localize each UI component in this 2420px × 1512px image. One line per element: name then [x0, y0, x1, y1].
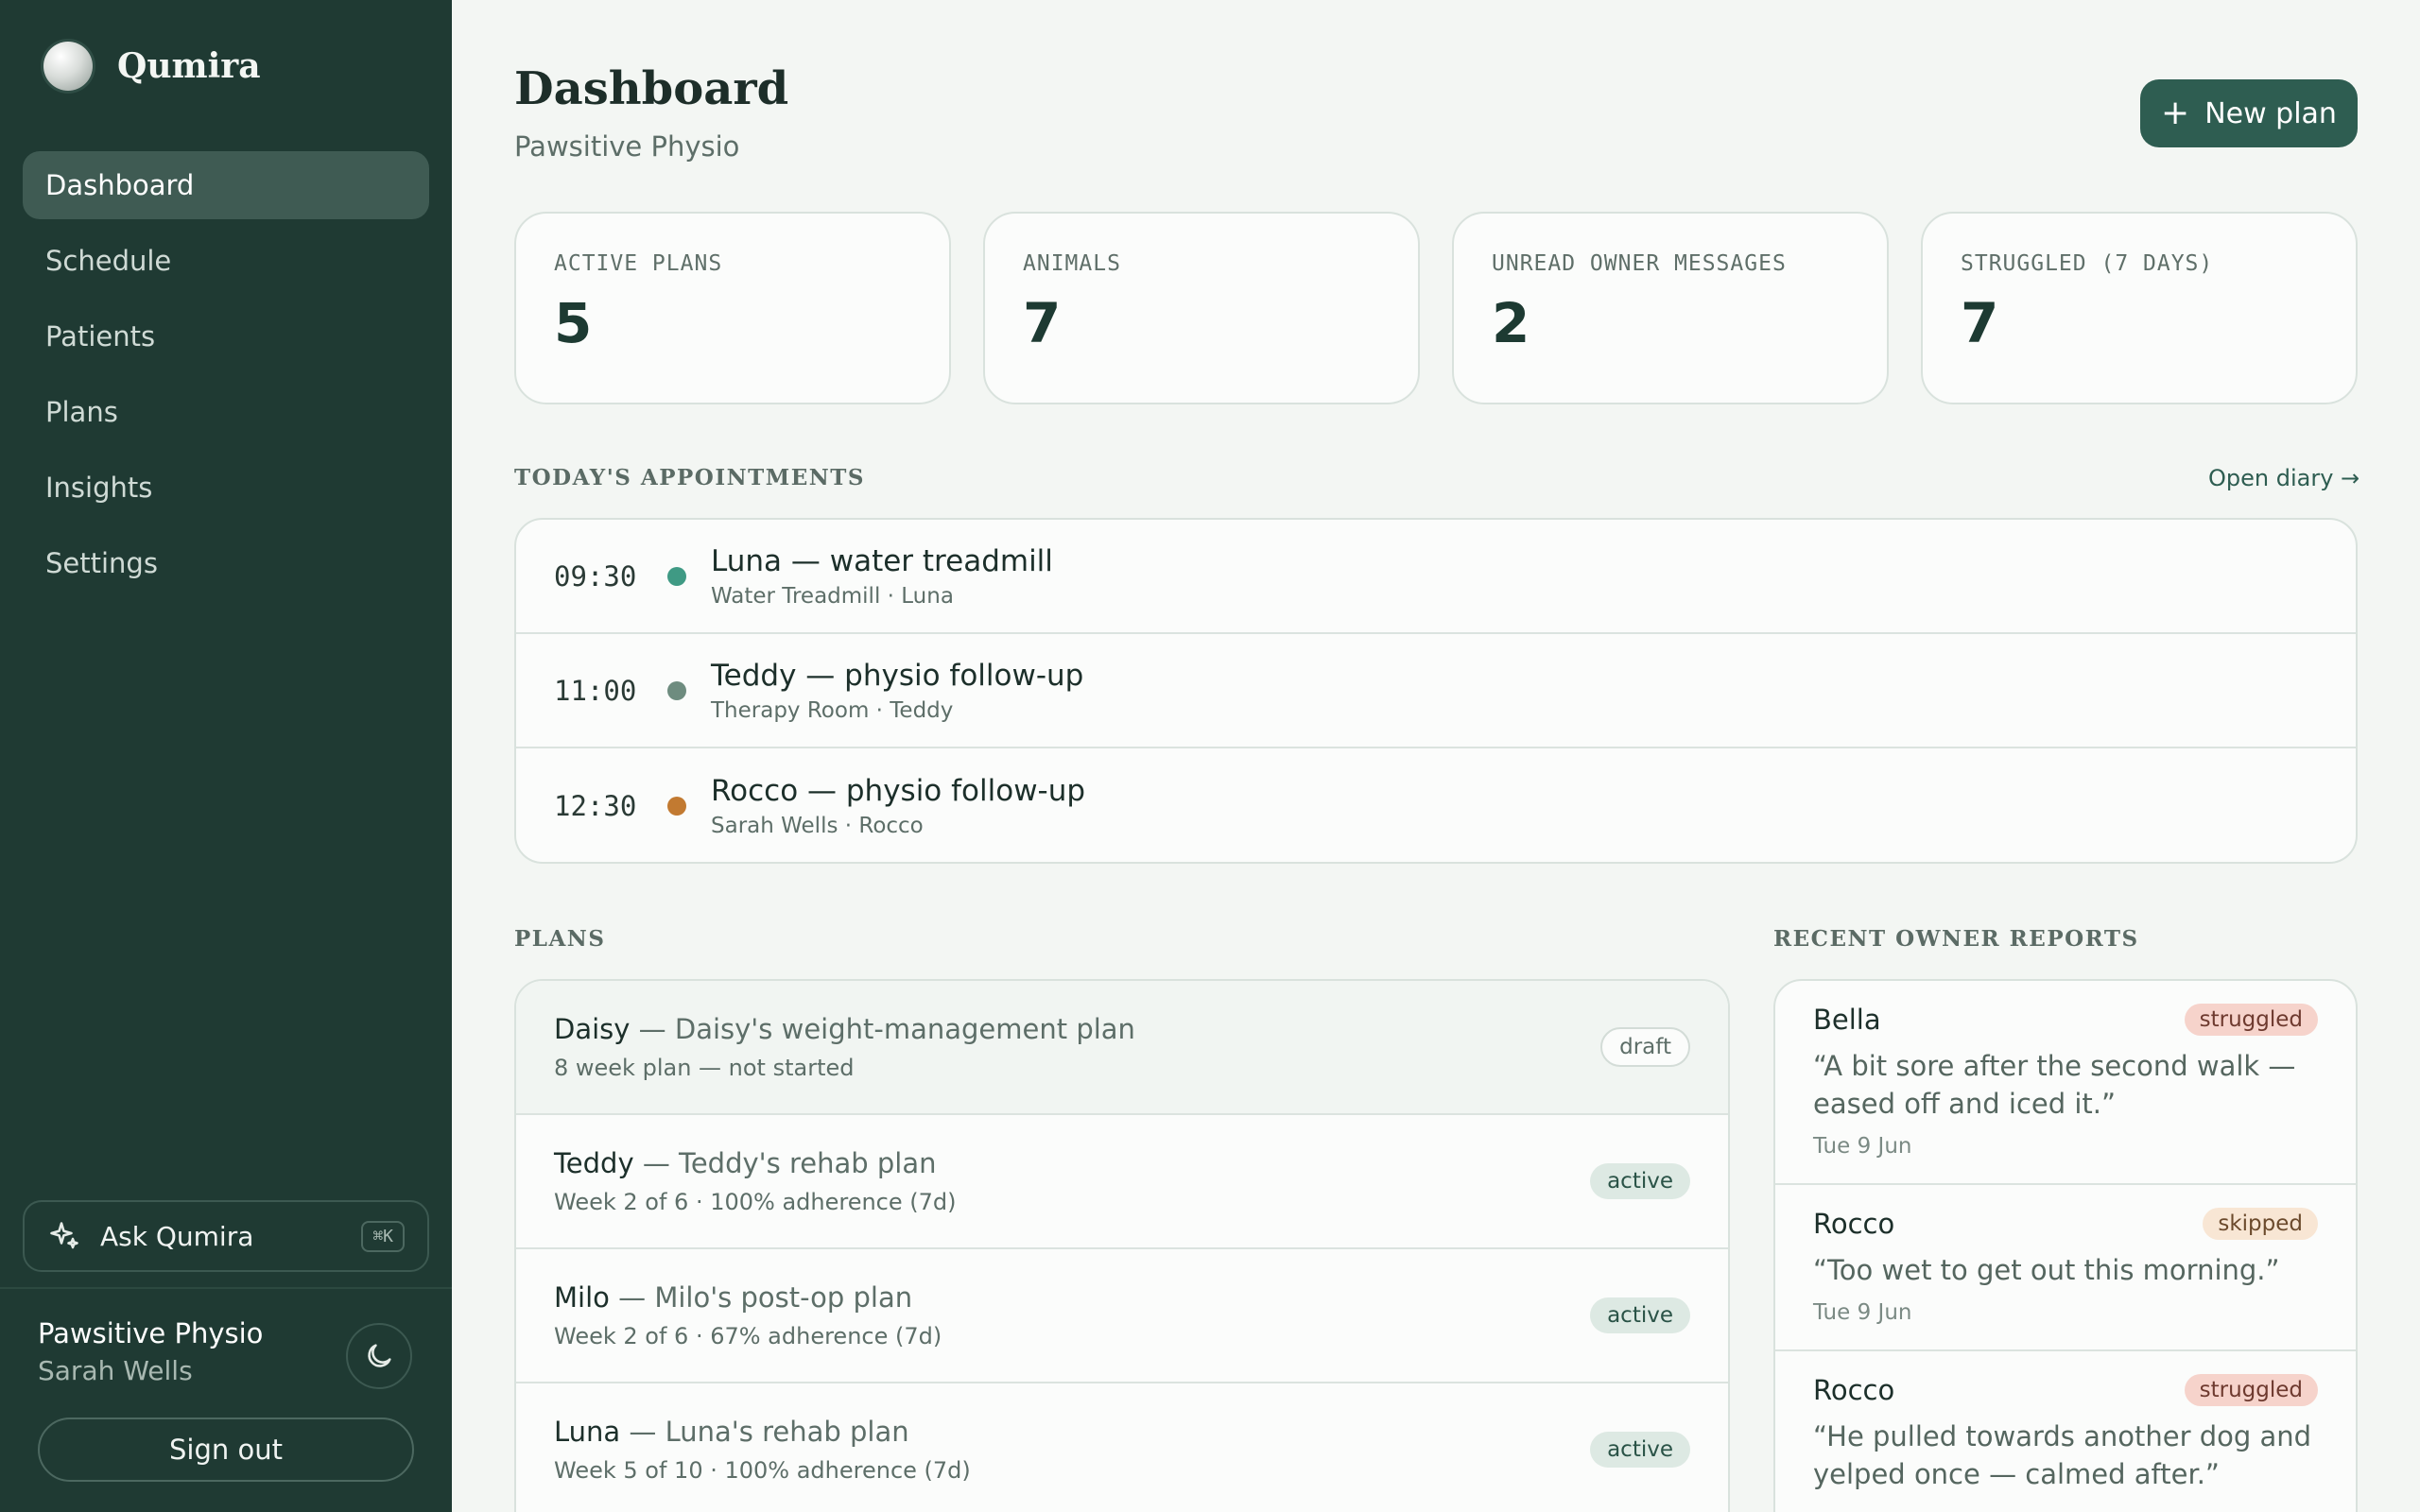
stat-label: ACTIVE PLANS — [554, 251, 723, 276]
owner-reports-list: Bella struggled “A bit sore after the se… — [1773, 979, 2358, 1512]
account-info: Pawsitive Physio Sarah Wells — [38, 1317, 263, 1386]
nav-item-schedule[interactable]: Schedule — [23, 227, 429, 295]
main-nav: Dashboard Schedule Patients Plans Insigh… — [23, 151, 429, 605]
plan-status-badge: active — [1590, 1297, 1690, 1333]
stat-card-struggled: STRUGGLED (7 DAYS) 7 — [1921, 212, 2358, 404]
appointment-subtitle: Sarah Wells · Rocco — [711, 813, 924, 838]
report-date: Tue 9 Jun — [1813, 1134, 1912, 1159]
new-plan-button[interactable]: + New plan — [2140, 79, 2358, 147]
report-patient-name: Rocco — [1813, 1208, 1895, 1240]
account-org: Pawsitive Physio — [38, 1317, 264, 1349]
report-status-badge: skipped — [2203, 1208, 2318, 1240]
stat-value: 7 — [1023, 291, 1062, 355]
appointments-section-title: TODAY'S APPOINTMENTS — [514, 465, 865, 490]
report-patient-name: Bella — [1813, 1004, 1881, 1036]
plan-patient-name: Daisy — [554, 1013, 631, 1045]
appointment-row[interactable]: 12:30 Rocco — physio follow-up Sarah Wel… — [516, 748, 2356, 862]
nav-item-settings[interactable]: Settings — [23, 529, 429, 597]
plans-section-title: PLANS — [514, 926, 606, 952]
report-quote: “He pulled towards another dog and yelpe… — [1813, 1420, 2312, 1490]
owner-report[interactable]: Rocco skipped “Too wet to get out this m… — [1775, 1185, 2356, 1351]
stat-value: 5 — [554, 291, 593, 355]
report-status-badge: struggled — [2184, 1374, 2318, 1406]
plan-row[interactable]: Teddy — Teddy's rehab plan Week 2 of 6 ·… — [516, 1115, 1728, 1249]
sign-out-button[interactable]: Sign out — [38, 1418, 414, 1482]
appointment-title: Luna — water treadmill — [711, 543, 1053, 578]
new-plan-label: New plan — [2204, 96, 2337, 130]
stat-label: UNREAD OWNER MESSAGES — [1492, 251, 1787, 276]
appointment-time: 09:30 — [554, 559, 637, 593]
brand-name: Qumira — [117, 46, 261, 86]
appointments-list: 09:30 Luna — water treadmill Water Tread… — [514, 518, 2358, 864]
plan-row[interactable]: Daisy — Daisy's weight-management plan 8… — [516, 981, 1728, 1115]
appointment-subtitle: Therapy Room · Teddy — [711, 697, 954, 723]
plan-row[interactable]: Milo — Milo's post-op plan Week 2 of 6 ·… — [516, 1249, 1728, 1383]
nav-item-dashboard[interactable]: Dashboard — [23, 151, 429, 219]
report-patient-name: Rocco — [1813, 1374, 1895, 1406]
appointment-status-dot — [667, 680, 686, 700]
brand-logo-icon — [43, 42, 93, 91]
ask-qumira-label: Ask Qumira — [100, 1220, 254, 1252]
nav-item-insights[interactable]: Insights — [23, 454, 429, 522]
sparkle-icon — [50, 1222, 78, 1249]
sidebar: Qumira Dashboard Schedule Patients Plans… — [0, 0, 452, 1512]
plan-status-badge: active — [1590, 1163, 1690, 1199]
stat-label: STRUGGLED (7 DAYS) — [1961, 251, 2214, 276]
plan-meta: Week 5 of 10 · 100% adherence (7d) — [554, 1457, 971, 1484]
stat-value: 7 — [1961, 291, 1999, 355]
shortcut-hint: ⌘K — [361, 1220, 405, 1252]
plan-meta: Week 2 of 6 · 67% adherence (7d) — [554, 1323, 942, 1349]
report-date: Tue 9 Jun — [1813, 1300, 1912, 1325]
report-quote: “A bit sore after the second walk — ease… — [1813, 1050, 2296, 1120]
plan-status-badge: active — [1590, 1432, 1690, 1468]
stat-card-unread-messages: UNREAD OWNER MESSAGES 2 — [1452, 212, 1889, 404]
plus-icon: + — [2161, 94, 2190, 132]
plan-patient-name: Milo — [554, 1281, 610, 1314]
plan-title: — Teddy's rehab plan — [633, 1147, 937, 1179]
report-quote: “Too wet to get out this morning.” — [1813, 1254, 2280, 1286]
report-status-badge: struggled — [2184, 1004, 2318, 1036]
plan-row[interactable]: Luna — Luna's rehab plan Week 5 of 10 · … — [516, 1383, 1728, 1512]
plan-status-badge: draft — [1600, 1027, 1690, 1067]
plan-meta: 8 week plan — not started — [554, 1055, 855, 1081]
stat-label: ANIMALS — [1023, 251, 1121, 276]
appointment-time: 12:30 — [554, 789, 637, 822]
stat-card-active-plans: ACTIVE PLANS 5 — [514, 212, 951, 404]
plan-patient-name: Teddy — [554, 1147, 634, 1179]
appointment-status-dot — [667, 566, 686, 586]
appointment-title: Rocco — physio follow-up — [711, 773, 1086, 808]
nav-item-plans[interactable]: Plans — [23, 378, 429, 446]
open-diary-link[interactable]: Open diary → — [2208, 465, 2360, 491]
owner-report[interactable]: Bella struggled “A bit sore after the se… — [1775, 981, 2356, 1185]
plan-patient-name: Luna — [554, 1416, 621, 1448]
stat-value: 2 — [1492, 291, 1530, 355]
stats-row: ACTIVE PLANS 5 ANIMALS 7 UNREAD OWNER ME… — [514, 212, 2358, 404]
sidebar-divider — [0, 1287, 452, 1289]
account-user: Sarah Wells — [38, 1355, 193, 1386]
appointment-subtitle: Water Treadmill · Luna — [711, 583, 954, 609]
theme-toggle-button[interactable] — [346, 1323, 412, 1389]
owner-report[interactable]: Rocco struggled “He pulled towards anoth… — [1775, 1351, 2356, 1512]
moon-icon — [368, 1344, 391, 1367]
page-title: Dashboard — [514, 62, 789, 115]
appointment-time: 11:00 — [554, 674, 637, 707]
plans-list: Daisy — Daisy's weight-management plan 8… — [514, 979, 1730, 1512]
plan-title: — Daisy's weight-management plan — [630, 1013, 1135, 1045]
appointment-status-dot — [667, 796, 686, 816]
nav-item-patients[interactable]: Patients — [23, 302, 429, 370]
appointment-title: Teddy — physio follow-up — [711, 658, 1084, 693]
reports-section-title: RECENT OWNER REPORTS — [1773, 926, 2139, 952]
ask-qumira-button[interactable]: Ask Qumira ⌘K — [23, 1200, 429, 1272]
stat-card-animals: ANIMALS 7 — [983, 212, 1420, 404]
plan-title: — Milo's post-op plan — [609, 1281, 913, 1314]
plan-title: — Luna's rehab plan — [620, 1416, 909, 1448]
plan-meta: Week 2 of 6 · 100% adherence (7d) — [554, 1189, 957, 1215]
brand[interactable]: Qumira — [43, 42, 261, 91]
appointment-row[interactable]: 09:30 Luna — water treadmill Water Tread… — [516, 520, 2356, 634]
page-subtitle: Pawsitive Physio — [514, 130, 740, 163]
appointment-row[interactable]: 11:00 Teddy — physio follow-up Therapy R… — [516, 634, 2356, 748]
